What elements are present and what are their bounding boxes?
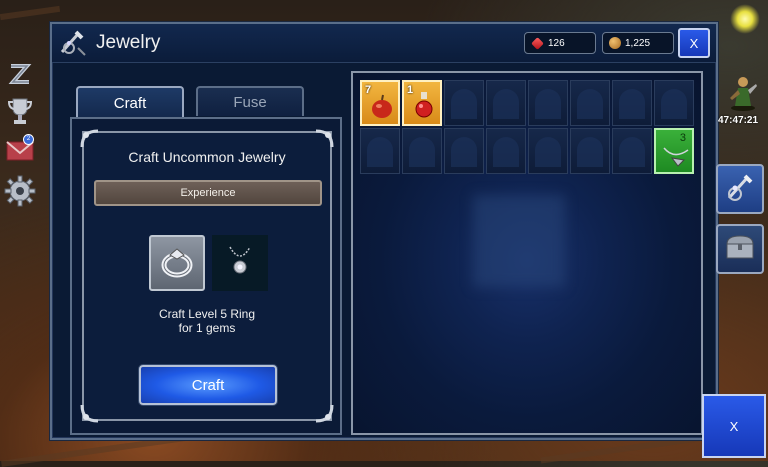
necklace-slot[interactable] [212,235,268,291]
craft-inner-panel: Craft Uncommon Jewelry Experience Craft … [80,129,334,423]
inventory-grid: 7 1 3 [351,71,703,435]
necklace-icon [225,243,255,284]
craft-heading: Craft Uncommon Jewelry [128,149,286,165]
sleep-button[interactable] [2,60,38,94]
tab-craft[interactable]: Craft [76,86,184,118]
silver-ring-icon [157,241,197,286]
red-potion-icon [412,90,436,125]
inventory-slot-empty[interactable] [528,80,568,126]
tab-fuse[interactable]: Fuse [196,86,304,116]
close-button[interactable]: X [678,28,710,58]
inventory-slot-empty[interactable] [570,128,610,174]
event-timer: 47:47:21 [718,115,759,126]
inventory-slot-empty[interactable] [654,80,694,126]
bottom-close-button[interactable]: X [702,394,766,458]
treasure-chest-icon [723,232,757,267]
inventory-slot-empty[interactable] [570,80,610,126]
corner-ornament [80,129,99,148]
jewelry-tools-icon [58,28,88,58]
craft-panel: Craft Uncommon Jewelry Experience Craft … [70,117,342,435]
craft-button[interactable]: Craft [139,365,277,405]
inventory-slot-apple[interactable]: 7 [360,80,400,126]
jewelry-window: Jewelry 126 1,225 X Craft Fuse Craft Unc… [50,22,718,440]
corner-ornament [315,129,334,148]
craft-description-line1: Craft Level 5 Ring [158,307,256,321]
background-plank [0,5,61,21]
zzz-icon [5,60,35,95]
title-bar: Jewelry 126 1,225 X [52,24,716,63]
red-apple-icon [369,92,395,125]
ring-slot[interactable] [149,235,205,291]
lantern-glow [730,4,760,34]
inventory-slot-amulet[interactable]: 3 [654,128,694,174]
window-title: Jewelry [96,32,161,53]
gold-counter: 1,225 [602,32,674,54]
trophy-icon [6,96,34,131]
inventory-slot-empty[interactable] [612,80,652,126]
settings-button[interactable] [2,175,38,212]
mail-button[interactable]: 2 [2,134,38,170]
craft-description: Craft Level 5 Ring for 1 gems [84,307,330,335]
corner-ornament [80,404,99,423]
gold-value: 1,225 [625,37,651,49]
inventory-slot-empty[interactable] [528,128,568,174]
inventory-slot-potion[interactable]: 1 [402,80,442,126]
inventory-slot-empty[interactable] [444,128,484,174]
inventory-slot-empty[interactable] [402,128,442,174]
green-amulet-icon [662,144,690,175]
gems-counter: 126 [524,32,596,54]
inventory-slot-empty[interactable] [444,80,484,126]
inventory-slot-empty[interactable] [486,128,526,174]
jewelry-side-button[interactable] [716,164,764,214]
mail-badge: 2 [23,134,34,145]
gems-value: 126 [548,37,565,49]
inventory-slot-empty[interactable] [360,128,400,174]
settings-gear-icon [4,175,36,212]
gold-coin-icon [609,37,621,49]
item-count: 3 [679,132,686,144]
grid-glow [473,195,565,287]
inventory-slot-empty[interactable] [612,128,652,174]
inventory-slot-empty[interactable] [486,80,526,126]
character-portrait [726,72,760,112]
jewelry-craft-icon [723,170,757,209]
ruby-gem-icon [531,36,544,50]
craft-description-line2: for 1 gems [178,321,236,335]
category-selector[interactable]: Experience [94,180,322,206]
corner-ornament [315,404,334,423]
storage-side-button[interactable] [716,224,764,274]
achievements-button[interactable] [2,96,38,130]
